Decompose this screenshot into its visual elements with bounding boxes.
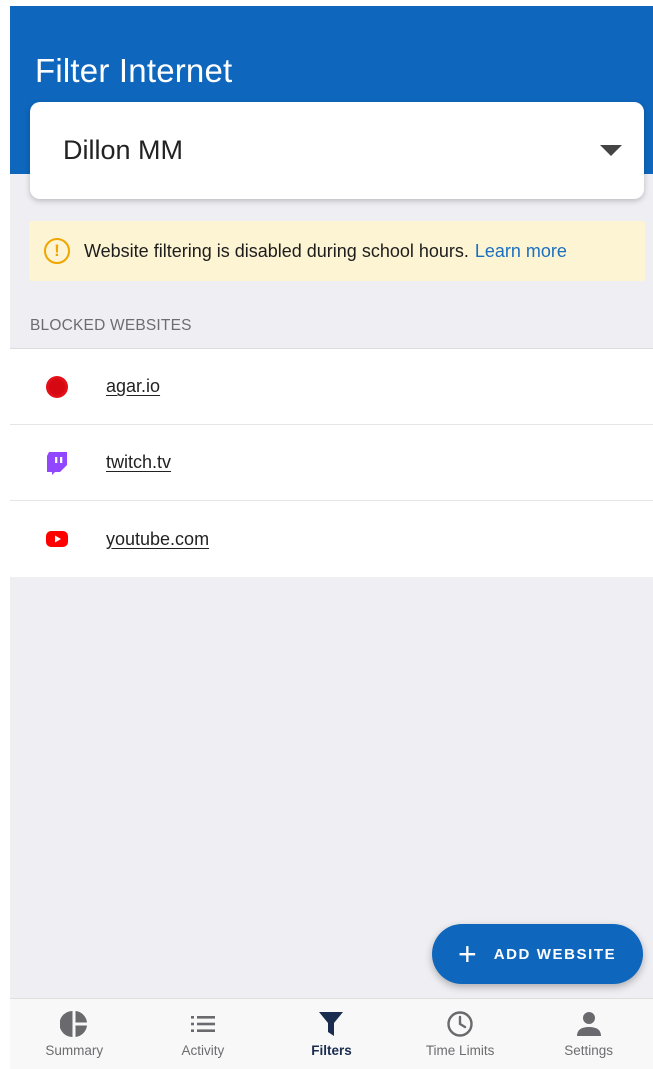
nav-item-time-limits[interactable]: Time Limits — [396, 999, 525, 1069]
blocked-websites-list: agar.io twitch.tv youtube.com — [10, 348, 653, 577]
blocked-websites-heading: BLOCKED WEBSITES — [30, 317, 192, 334]
bottom-navigation: Summary Activity Filters Time Limits Set… — [10, 998, 653, 1069]
plus-icon: + — [458, 936, 477, 972]
list-item[interactable]: youtube.com — [10, 501, 653, 577]
site-name[interactable]: youtube.com — [106, 529, 209, 550]
site-name[interactable]: twitch.tv — [106, 452, 171, 473]
dropdown-caret-icon — [600, 145, 622, 156]
nav-item-settings[interactable]: Settings — [524, 999, 653, 1069]
nav-label-settings: Settings — [564, 1043, 614, 1058]
add-website-button[interactable]: + ADD WEBSITE — [432, 924, 643, 984]
list-icon — [188, 1009, 218, 1039]
nav-label-filters: Filters — [311, 1043, 352, 1058]
app-screen: Filter Internet Dillon MM ! Website filt… — [10, 6, 653, 1069]
add-website-label: ADD WEBSITE — [493, 945, 617, 963]
person-icon — [574, 1009, 604, 1039]
twitch-icon — [47, 451, 67, 475]
list-item[interactable]: agar.io — [10, 349, 653, 425]
youtube-icon — [46, 531, 68, 547]
nav-label-summary: Summary — [45, 1043, 104, 1058]
warning-icon: ! — [44, 238, 70, 264]
selected-child-name: Dillon MM — [63, 135, 184, 165]
page-title: Filter Internet — [35, 52, 233, 89]
site-name[interactable]: agar.io — [106, 376, 160, 397]
nav-label-activity: Activity — [181, 1043, 225, 1058]
nav-item-summary[interactable]: Summary — [10, 999, 139, 1069]
child-selector-dropdown[interactable]: Dillon MM — [30, 102, 644, 199]
pie-chart-icon — [59, 1009, 89, 1039]
learn-more-link[interactable]: Learn more — [475, 241, 567, 262]
clock-icon — [445, 1009, 475, 1039]
school-hours-notice: ! Website filtering is disabled during s… — [29, 221, 645, 281]
nav-item-filters[interactable]: Filters — [267, 999, 396, 1069]
agar-icon — [46, 375, 68, 398]
nav-label-time-limits: Time Limits — [425, 1043, 495, 1058]
nav-item-activity[interactable]: Activity — [139, 999, 268, 1069]
list-item[interactable]: twitch.tv — [10, 425, 653, 501]
filter-icon — [316, 1009, 346, 1039]
notice-text: Website filtering is disabled during sch… — [84, 240, 469, 261]
